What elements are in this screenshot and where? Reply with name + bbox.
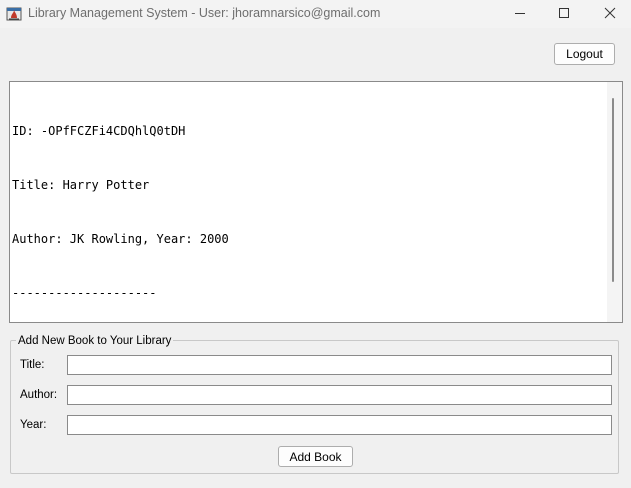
java-app-icon [6,5,22,21]
minimize-button[interactable] [497,0,543,28]
close-icon [604,7,616,22]
title-label: Title: [20,359,45,371]
output-line-id: ID: -OPfFCZFi4CDQhlQ0tDH [12,124,186,138]
output-scroll-thumb[interactable] [612,98,614,282]
output-line-separator: -------------------- [12,286,157,300]
minimize-icon [514,7,526,22]
add-book-group-title: Add New Book to Your Library [16,334,174,348]
add-book-button[interactable]: Add Book [278,446,353,467]
output-line-author-year: Author: JK Rowling, Year: 2000 [12,232,229,246]
year-field[interactable] [67,415,612,435]
author-field[interactable] [67,385,612,405]
author-label: Author: [20,389,58,401]
year-label: Year: [20,419,47,431]
maximize-button[interactable] [541,0,587,28]
maximize-icon [558,7,570,22]
title-field[interactable] [67,355,612,375]
window-title: Library Management System - User: jhoram… [28,6,381,20]
title-bar: Library Management System - User: jhoram… [0,0,631,28]
logout-button[interactable]: Logout [554,43,615,65]
library-output-text: ID: -OPfFCZFi4CDQhlQ0tDH Title: Harry Po… [12,86,229,338]
close-button[interactable] [587,0,631,28]
library-output-textarea[interactable]: ID: -OPfFCZFi4CDQhlQ0tDH Title: Harry Po… [9,81,623,323]
output-scrollbar[interactable] [607,82,622,322]
output-line-title: Title: Harry Potter [12,178,150,192]
